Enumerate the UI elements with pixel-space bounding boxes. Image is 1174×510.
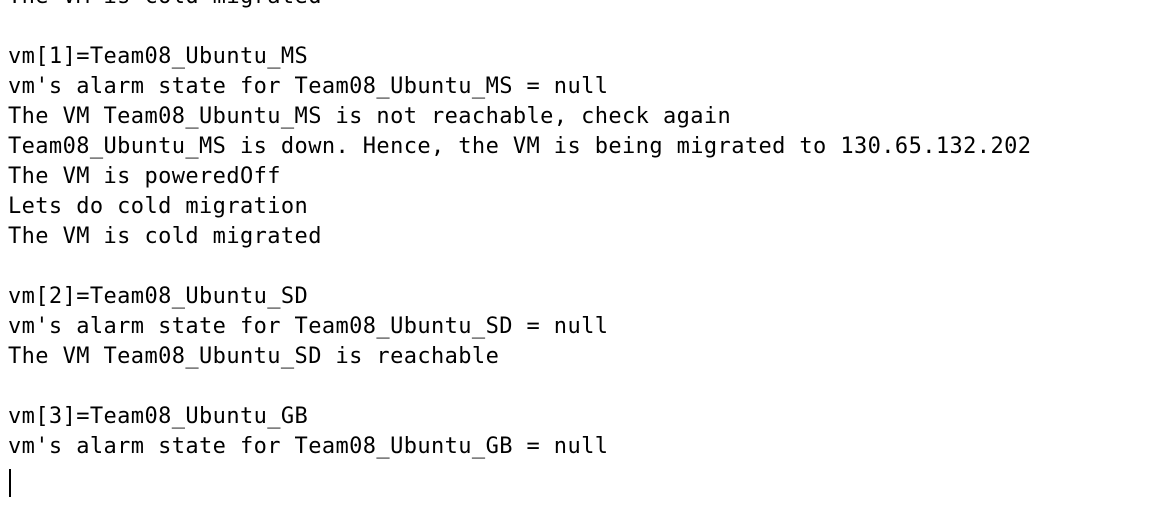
log-line: vm[1]=Team08_Ubuntu_MS [8, 44, 309, 69]
log-line: vm[3]=Team08_Ubuntu_GB [8, 404, 309, 429]
log-line: vm[2]=Team08_Ubuntu_SD [8, 284, 309, 309]
log-line: The VM Team08_Ubuntu_SD is reachable [8, 344, 500, 369]
terminal-output-area[interactable]: The VM is cold migrated vm[1]=Team08_Ubu… [0, 0, 1174, 510]
log-line: vm's alarm state for Team08_Ubuntu_SD = … [8, 314, 609, 339]
log-line: Team08_Ubuntu_MS is down. Hence, the VM … [8, 134, 1032, 159]
console-log: The VM is cold migrated vm[1]=Team08_Ubu… [8, 0, 1031, 462]
log-line: vm's alarm state for Team08_Ubuntu_MS = … [8, 74, 609, 99]
log-line: The VM is cold migrated [8, 0, 1031, 12]
log-line: The VM is poweredOff [8, 164, 281, 189]
log-line: vm's alarm state for Team08_Ubuntu_GB = … [8, 434, 609, 459]
log-line: The VM is cold migrated [8, 224, 322, 249]
log-line: Lets do cold migration [8, 194, 309, 219]
log-line: The VM Team08_Ubuntu_MS is not reachable… [8, 104, 732, 129]
text-cursor [9, 469, 11, 497]
